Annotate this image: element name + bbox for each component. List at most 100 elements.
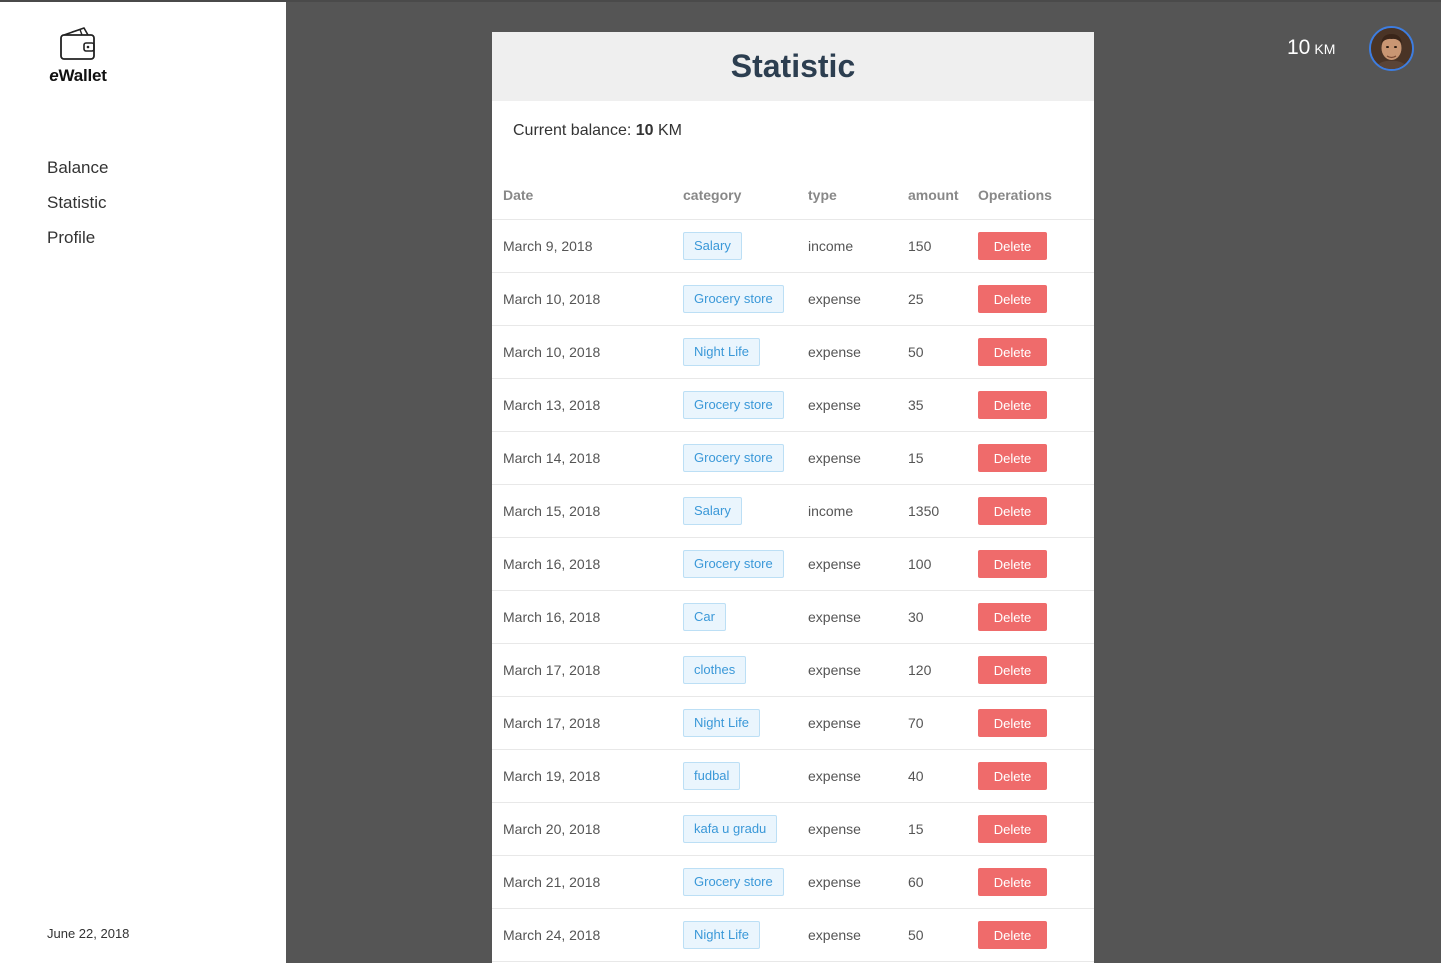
- delete-button[interactable]: Delete: [978, 762, 1047, 790]
- row-amount: 50: [908, 344, 924, 360]
- category-tag[interactable]: Grocery store: [683, 868, 784, 896]
- transactions-table: March 9, 2018 Salary income 150 Delete M…: [492, 220, 1094, 962]
- row-amount: 100: [908, 556, 932, 572]
- row-type: expense: [808, 556, 861, 572]
- category-tag[interactable]: Night Life: [683, 921, 760, 949]
- row-amount: 40: [908, 768, 924, 784]
- current-balance-currency: KM: [658, 122, 682, 139]
- category-tag[interactable]: kafa u gradu: [683, 815, 778, 843]
- table-row: March 24, 2018 Night Life expense 50 Del…: [492, 909, 1094, 962]
- category-tag[interactable]: Car: [683, 603, 726, 631]
- row-type: income: [808, 503, 854, 519]
- sidebar-item-balance[interactable]: Balance: [47, 156, 108, 191]
- row-amount: 30: [908, 609, 924, 625]
- sidebar-item-statistic[interactable]: Statistic: [47, 191, 108, 226]
- sidebar: eWallet Balance Statistic Profile June 2…: [0, 2, 286, 963]
- delete-button[interactable]: Delete: [978, 391, 1047, 419]
- delete-button[interactable]: Delete: [978, 338, 1047, 366]
- column-header-operations: Operations: [978, 187, 1052, 203]
- current-balance: Current balance: 10 KM: [513, 122, 682, 140]
- category-tag[interactable]: Grocery store: [683, 391, 784, 419]
- table-row: March 10, 2018 Grocery store expense 25 …: [492, 273, 1094, 326]
- table-row: March 17, 2018 Night Life expense 70 Del…: [492, 697, 1094, 750]
- header-balance: 10 KM: [1287, 36, 1335, 60]
- row-type: expense: [808, 927, 861, 943]
- table-row: March 16, 2018 Car expense 30 Delete: [492, 591, 1094, 644]
- row-date: March 20, 2018: [503, 821, 601, 837]
- row-date: March 16, 2018: [503, 556, 601, 572]
- user-avatar-icon: [1371, 28, 1412, 69]
- header-balance-value: 10: [1287, 36, 1311, 59]
- row-date: March 14, 2018: [503, 450, 601, 466]
- table-header: Date category type amount Operations: [492, 186, 1094, 220]
- row-amount: 35: [908, 397, 924, 413]
- column-header-amount: amount: [908, 187, 959, 203]
- row-amount: 120: [908, 662, 932, 678]
- row-amount: 50: [908, 927, 924, 943]
- avatar[interactable]: [1369, 26, 1414, 71]
- category-tag[interactable]: clothes: [683, 656, 747, 684]
- delete-button[interactable]: Delete: [978, 232, 1047, 260]
- brand-name: eWallet: [49, 66, 107, 85]
- table-row: March 21, 2018 Grocery store expense 60 …: [492, 856, 1094, 909]
- table-row: March 19, 2018 fudbal expense 40 Delete: [492, 750, 1094, 803]
- delete-button[interactable]: Delete: [978, 497, 1047, 525]
- row-date: March 10, 2018: [503, 291, 601, 307]
- header-balance-currency: KM: [1314, 41, 1336, 57]
- category-tag[interactable]: Grocery store: [683, 285, 784, 313]
- row-date: March 19, 2018: [503, 768, 601, 784]
- row-type: expense: [808, 715, 861, 731]
- panel-header: Statistic: [492, 32, 1094, 101]
- table-row: March 16, 2018 Grocery store expense 100…: [492, 538, 1094, 591]
- delete-button[interactable]: Delete: [978, 603, 1047, 631]
- row-type: expense: [808, 450, 861, 466]
- category-tag[interactable]: fudbal: [683, 762, 741, 790]
- sidebar-item-profile[interactable]: Profile: [47, 226, 108, 261]
- table-row: March 14, 2018 Grocery store expense 15 …: [492, 432, 1094, 485]
- delete-button[interactable]: Delete: [978, 709, 1047, 737]
- current-balance-value: 10: [635, 122, 654, 139]
- table-row: March 20, 2018 kafa u gradu expense 15 D…: [492, 803, 1094, 856]
- delete-button[interactable]: Delete: [978, 815, 1047, 843]
- row-amount: 150: [908, 238, 932, 254]
- row-amount: 70: [908, 715, 924, 731]
- delete-button[interactable]: Delete: [978, 868, 1047, 896]
- row-date: March 9, 2018: [503, 238, 593, 254]
- page-title: Statistic: [730, 48, 856, 84]
- row-date: March 10, 2018: [503, 344, 601, 360]
- row-date: March 15, 2018: [503, 503, 601, 519]
- delete-button[interactable]: Delete: [978, 550, 1047, 578]
- row-type: expense: [808, 768, 861, 784]
- table-row: March 13, 2018 Grocery store expense 35 …: [492, 379, 1094, 432]
- row-date: March 17, 2018: [503, 662, 601, 678]
- row-type: expense: [808, 609, 861, 625]
- category-tag[interactable]: Grocery store: [683, 550, 784, 578]
- table-row: March 10, 2018 Night Life expense 50 Del…: [492, 326, 1094, 379]
- category-tag[interactable]: Grocery store: [683, 444, 784, 472]
- row-amount: 25: [908, 291, 924, 307]
- category-tag[interactable]: Salary: [683, 232, 742, 260]
- row-type: expense: [808, 821, 861, 837]
- category-tag[interactable]: Night Life: [683, 338, 760, 366]
- column-header-date: Date: [503, 187, 534, 203]
- row-amount: 15: [908, 821, 924, 837]
- delete-button[interactable]: Delete: [978, 285, 1047, 313]
- row-amount: 1350: [908, 503, 940, 519]
- row-type: expense: [808, 662, 861, 678]
- column-header-type: type: [808, 187, 837, 203]
- delete-button[interactable]: Delete: [978, 656, 1047, 684]
- delete-button[interactable]: Delete: [978, 921, 1047, 949]
- category-tag[interactable]: Salary: [683, 497, 742, 525]
- logo[interactable]: eWallet: [46, 26, 110, 86]
- sidebar-nav: Balance Statistic Profile: [47, 156, 108, 261]
- table-row: March 9, 2018 Salary income 150 Delete: [492, 220, 1094, 273]
- table-row: March 15, 2018 Salary income 1350 Delete: [492, 485, 1094, 538]
- category-tag[interactable]: Night Life: [683, 709, 760, 737]
- column-header-category: category: [683, 187, 742, 203]
- row-type: expense: [808, 397, 861, 413]
- delete-button[interactable]: Delete: [978, 444, 1047, 472]
- current-balance-label: Current balance:: [513, 122, 632, 139]
- statistic-panel: Statistic Current balance: 10 KM Date ca…: [492, 32, 1094, 963]
- wallet-icon: [60, 27, 95, 60]
- row-amount: 60: [908, 874, 924, 890]
